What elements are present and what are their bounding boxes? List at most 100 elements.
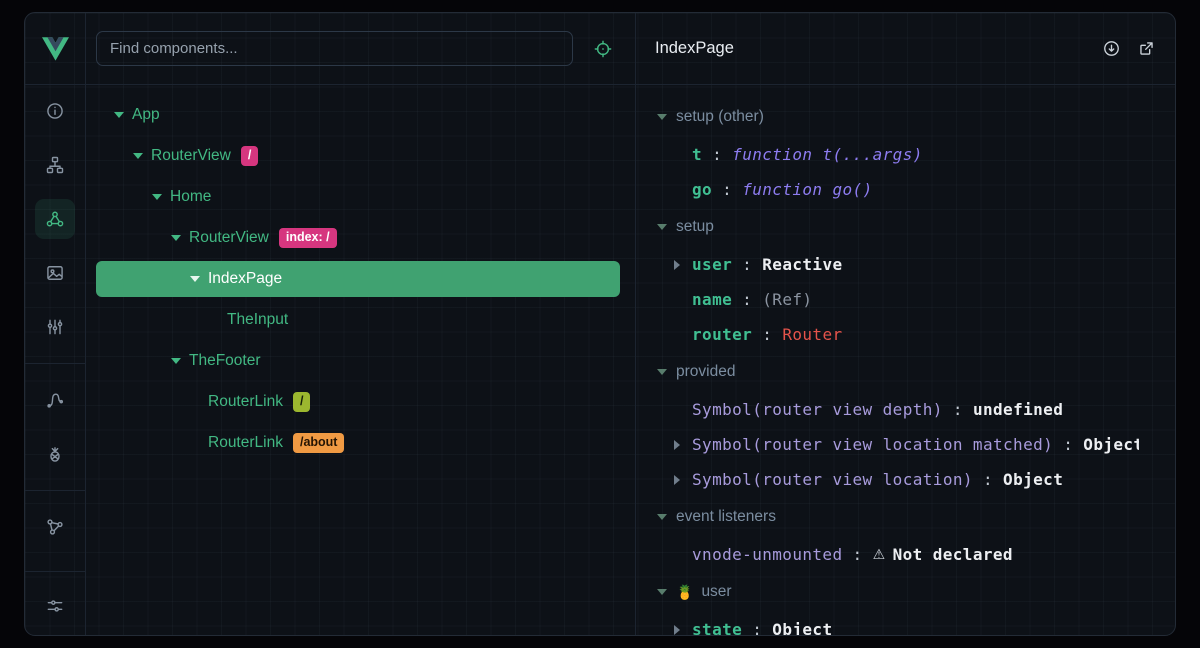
property-row[interactable]: state : Object xyxy=(636,612,1139,635)
tree-row-routerlink[interactable]: RouterLink/about xyxy=(96,425,620,461)
expand-caret-icon[interactable] xyxy=(114,112,124,118)
component-name: TheInput xyxy=(227,311,288,329)
property-key: go xyxy=(692,180,712,199)
property-value: Router xyxy=(782,325,842,344)
section-header[interactable]: provided xyxy=(636,352,1175,392)
tree-row-home[interactable]: Home xyxy=(96,179,620,215)
property-row[interactable]: Symbol(router view location) : Object xyxy=(636,462,1139,497)
key-value-separator: : xyxy=(732,255,762,274)
hierarchy-icon xyxy=(45,155,65,175)
property-row: router : Router xyxy=(636,317,1139,352)
property-row[interactable]: Symbol(router view location matched) : O… xyxy=(636,427,1139,462)
tree-row-thefooter[interactable]: TheFooter xyxy=(96,343,620,379)
property-value: (Ref) xyxy=(762,290,812,309)
route-badge: /about xyxy=(293,433,345,453)
routes-icon xyxy=(45,390,65,410)
inspector-sections: setup (other) t : function t(...args) go :… xyxy=(636,85,1175,635)
tree-row-routerview[interactable]: RouterView / xyxy=(96,138,620,174)
search-input[interactable] xyxy=(96,31,573,66)
expand-caret-icon[interactable] xyxy=(152,194,162,200)
expand-caret-icon[interactable] xyxy=(133,153,143,159)
sidebar-item-info[interactable] xyxy=(35,91,75,131)
key-value-separator: : xyxy=(943,400,973,419)
key-value-separator: : xyxy=(742,620,772,635)
section-caret-icon xyxy=(657,114,667,120)
select-component-icon[interactable] xyxy=(593,39,613,59)
sidebar-item-pages[interactable] xyxy=(35,253,75,293)
key-value-separator: : xyxy=(843,545,873,564)
component-name: RouterLink xyxy=(208,393,283,411)
section-header[interactable]: event listeners xyxy=(636,497,1175,537)
sliders-icon xyxy=(45,317,65,337)
expand-caret-icon[interactable] xyxy=(674,440,680,450)
sidebar-item-components[interactable] xyxy=(35,199,75,239)
sidebar-item-routes[interactable] xyxy=(35,380,75,420)
pinia-store-icon: 🍍 xyxy=(676,584,693,601)
section-title: event listeners xyxy=(676,508,776,526)
property-value: function t(...args) xyxy=(732,145,923,164)
devtools-window: IndexPage App RouterView / Home RouterViewin… xyxy=(24,12,1176,636)
component-name: RouterLink xyxy=(208,434,283,452)
section-caret-icon xyxy=(657,514,667,520)
section-title: provided xyxy=(676,363,735,381)
section-header[interactable]: 🍍 user xyxy=(636,572,1175,612)
component-name: RouterView xyxy=(151,147,231,165)
property-key: state xyxy=(692,620,742,635)
expand-caret-icon[interactable] xyxy=(171,235,181,241)
property-key: name xyxy=(692,290,732,309)
expand-caret-icon[interactable] xyxy=(674,625,680,635)
expand-caret-icon[interactable] xyxy=(190,276,200,282)
property-value: Object xyxy=(772,620,832,635)
tree-row-routerview[interactable]: RouterViewindex: / xyxy=(96,220,620,256)
inspector-header: IndexPage xyxy=(636,13,1175,85)
section-header[interactable]: setup (other) xyxy=(636,97,1175,137)
sidebar-item-graph[interactable] xyxy=(35,507,75,547)
property-value: undefined xyxy=(973,400,1063,419)
tree-row-routerlink[interactable]: RouterLink / xyxy=(96,384,620,420)
component-name: IndexPage xyxy=(208,270,282,288)
property-row: Symbol(router view depth) : undefined xyxy=(636,392,1139,427)
vue-logo-icon xyxy=(42,37,69,61)
route-badge: index: / xyxy=(279,228,337,248)
info-icon xyxy=(45,101,65,121)
component-name: App xyxy=(132,106,160,124)
tree-row-indexpage[interactable]: IndexPage xyxy=(96,261,620,297)
property-key: t xyxy=(692,145,702,164)
key-value-separator: : xyxy=(1053,435,1083,454)
sidebar-separator xyxy=(25,490,85,491)
section-caret-icon xyxy=(657,224,667,230)
sidebar-icons xyxy=(25,85,85,571)
components-icon xyxy=(45,209,65,229)
section-title: user xyxy=(701,583,731,601)
sidebar-item-pinia[interactable] xyxy=(35,434,75,474)
property-value: Not declared xyxy=(893,545,1013,564)
tree-row-theinput[interactable]: TheInput xyxy=(96,302,620,338)
sidebar-item-sliders[interactable] xyxy=(35,307,75,347)
vue-logo-button[interactable] xyxy=(25,13,85,85)
component-tree: App RouterView / Home RouterViewindex: / Inde… xyxy=(86,85,636,635)
property-row: go : function go() xyxy=(636,172,1139,207)
open-in-editor-icon[interactable] xyxy=(1137,39,1156,58)
property-key: Symbol(router view depth) xyxy=(692,400,943,419)
component-name: TheFooter xyxy=(189,352,261,370)
section-title: setup (other) xyxy=(676,108,764,126)
sidebar-item-settings[interactable] xyxy=(35,586,75,626)
graph-icon xyxy=(45,517,65,537)
route-badge: / xyxy=(241,146,258,166)
section-title: setup xyxy=(676,218,714,236)
key-value-separator: : xyxy=(973,470,1003,489)
property-row[interactable]: user : Reactive xyxy=(636,247,1139,282)
property-value: Reactive xyxy=(762,255,842,274)
settings-icon xyxy=(45,596,65,616)
expand-caret-icon[interactable] xyxy=(171,358,181,364)
sidebar-item-hierarchy[interactable] xyxy=(35,145,75,185)
pages-icon xyxy=(45,263,65,283)
expand-caret-icon[interactable] xyxy=(674,475,680,485)
tree-row-app[interactable]: App xyxy=(96,97,620,133)
expand-caret-icon[interactable] xyxy=(674,260,680,270)
scroll-to-component-icon[interactable] xyxy=(1102,39,1121,58)
component-name: Home xyxy=(170,188,211,206)
key-value-separator: : xyxy=(752,325,782,344)
route-badge: / xyxy=(293,392,310,412)
section-header[interactable]: setup xyxy=(636,207,1175,247)
